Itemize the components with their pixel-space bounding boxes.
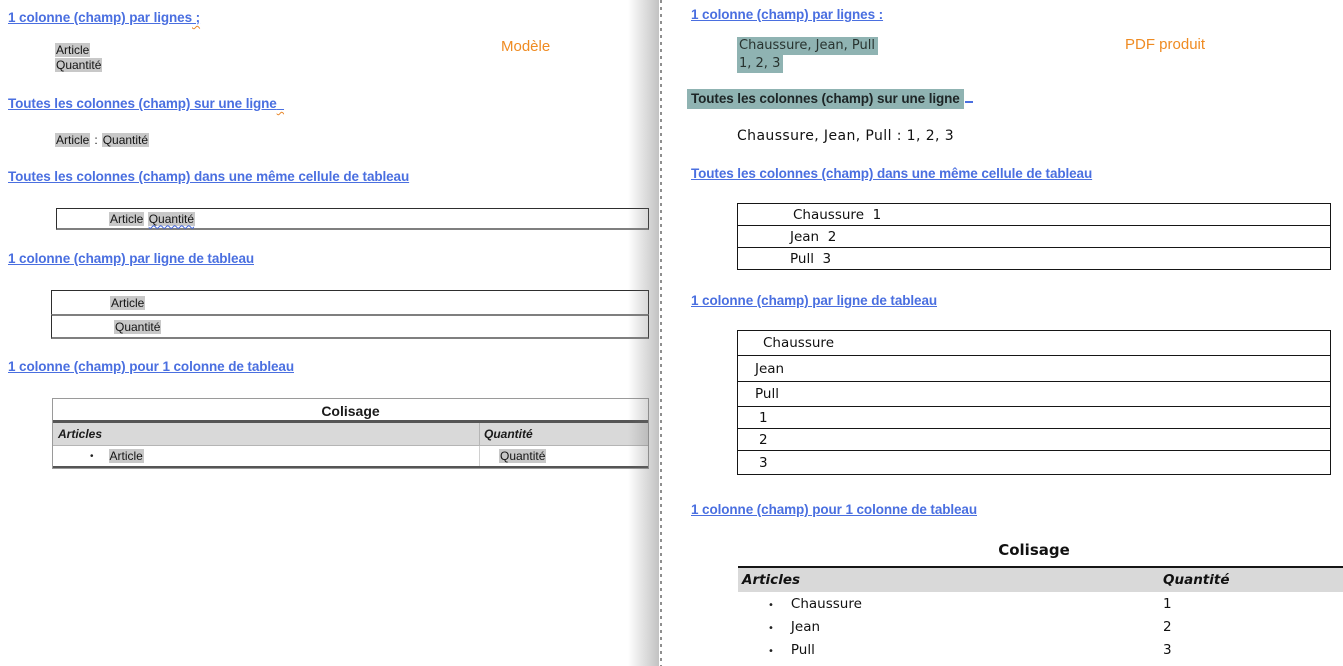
table-row-per-field-template: Article Quantité [51, 290, 649, 339]
field-block-oneline: Article: Quantité [55, 133, 149, 147]
field-article[interactable]: Article [55, 133, 90, 147]
header-articles: Articles [738, 572, 1163, 588]
heading-colonnes-une-ligne-modele[interactable]: Toutes les colonnes (champ) sur une lign… [8, 96, 284, 111]
table-same-cell-template: Article Quantité [56, 208, 649, 230]
field-block-lines: Article Quantité [55, 43, 102, 73]
table-row: Chaussure 1 [737, 203, 1331, 226]
field-article[interactable]: Article [109, 212, 144, 226]
table-colisage-pdf: Articles Quantité •Chaussure 1 •Jean 2 •… [738, 566, 1343, 661]
bullet-icon: • [90, 451, 94, 462]
table-row: Article [51, 290, 649, 315]
bullet-icon: • [768, 646, 774, 657]
table-row: •Jean 2 [738, 615, 1343, 638]
heading-colonne-tableau-modele[interactable]: 1 colonne (champ) pour 1 colonne de tabl… [8, 359, 294, 374]
table-row: 2 [737, 428, 1331, 451]
separator-colon: : [94, 133, 97, 147]
table-row: •Chaussure 1 [738, 592, 1343, 615]
pane-splitter[interactable] [660, 0, 662, 666]
selected-values-block: Chaussure, Jean, Pull 1, 2, 3 [737, 37, 878, 73]
table-row: Quantité [51, 314, 649, 339]
field-article[interactable]: Article [55, 43, 90, 57]
pane-label-pdf-produit: PDF produit [1125, 36, 1205, 53]
header-quantite: Quantité [480, 423, 648, 445]
page-edge-shadow [628, 0, 659, 666]
table-header-row: Articles Quantité [738, 568, 1343, 592]
bullet-icon: • [768, 600, 774, 611]
heading-ligne-tableau-modele[interactable]: 1 colonne (champ) par ligne de tableau [8, 251, 254, 266]
table-title: Colisage [737, 541, 1331, 559]
selected-line-articles: Chaussure, Jean, Pull [737, 37, 878, 55]
split-view-model-vs-pdf: { "colors": { "heading_blue": "#4a6fe0",… [0, 0, 1343, 666]
table-row-per-field-pdf: Chaussure Jean Pull 1 2 3 [737, 330, 1331, 475]
field-quantite[interactable]: Quantité [102, 133, 149, 147]
table-row: Chaussure [737, 330, 1331, 356]
spellcheck-squiggle [277, 96, 284, 111]
table-row: •Pull 3 [738, 638, 1343, 661]
table-row: 1 [737, 406, 1331, 429]
heading-1col-par-lignes-pdf: 1 colonne (champ) par lignes : [691, 7, 883, 22]
field-quantite[interactable]: Quantité [499, 449, 546, 463]
heading-1col-par-lignes-modele[interactable]: 1 colonne (champ) par lignes ; [8, 10, 200, 25]
heading-colonnes-une-ligne-pdf-selected: Toutes les colonnes (champ) sur une lign… [687, 91, 973, 106]
spellcheck-squiggle: ; [192, 10, 200, 25]
table-header-row: Articles Quantité [53, 423, 648, 446]
oneline-value: Chaussure, Jean, Pull : 1, 2, 3 [737, 128, 954, 144]
field-quantite[interactable]: Quantité [55, 58, 102, 72]
field-quantite[interactable]: Quantité [114, 320, 161, 334]
heading-meme-cellule-pdf: Toutes les colonnes (champ) dans une mêm… [691, 166, 1092, 181]
heading-meme-cellule-modele[interactable]: Toutes les colonnes (champ) dans une mêm… [8, 169, 409, 184]
selected-line-quantites: 1, 2, 3 [737, 55, 783, 73]
header-quantite: Quantité [1163, 572, 1343, 588]
pane-label-modele: Modèle [501, 38, 550, 55]
table-title: Colisage [53, 399, 648, 423]
table-row: • Article Quantité [53, 446, 648, 468]
heading-ligne-tableau-pdf: 1 colonne (champ) par ligne de tableau [691, 293, 937, 308]
heading-colonne-tableau-pdf: 1 colonne (champ) pour 1 colonne de tabl… [691, 502, 977, 517]
table-colisage-template: Colisage Articles Quantité • Article Quan… [52, 398, 649, 469]
table-row: Pull [737, 381, 1331, 407]
selection-tail-underline [965, 91, 973, 103]
header-articles: Articles [53, 423, 480, 445]
table-row: Pull 3 [737, 247, 1331, 270]
table-row: Jean 2 [737, 225, 1331, 248]
field-article[interactable]: Article [109, 449, 144, 463]
table-row: 3 [737, 450, 1331, 475]
table-same-cell-pdf: Chaussure 1 Jean 2 Pull 3 [737, 203, 1331, 270]
field-article[interactable]: Article [110, 296, 145, 310]
field-quantite[interactable]: Quantité [148, 212, 195, 226]
table-row: Jean [737, 355, 1331, 382]
bullet-icon: • [768, 623, 774, 634]
